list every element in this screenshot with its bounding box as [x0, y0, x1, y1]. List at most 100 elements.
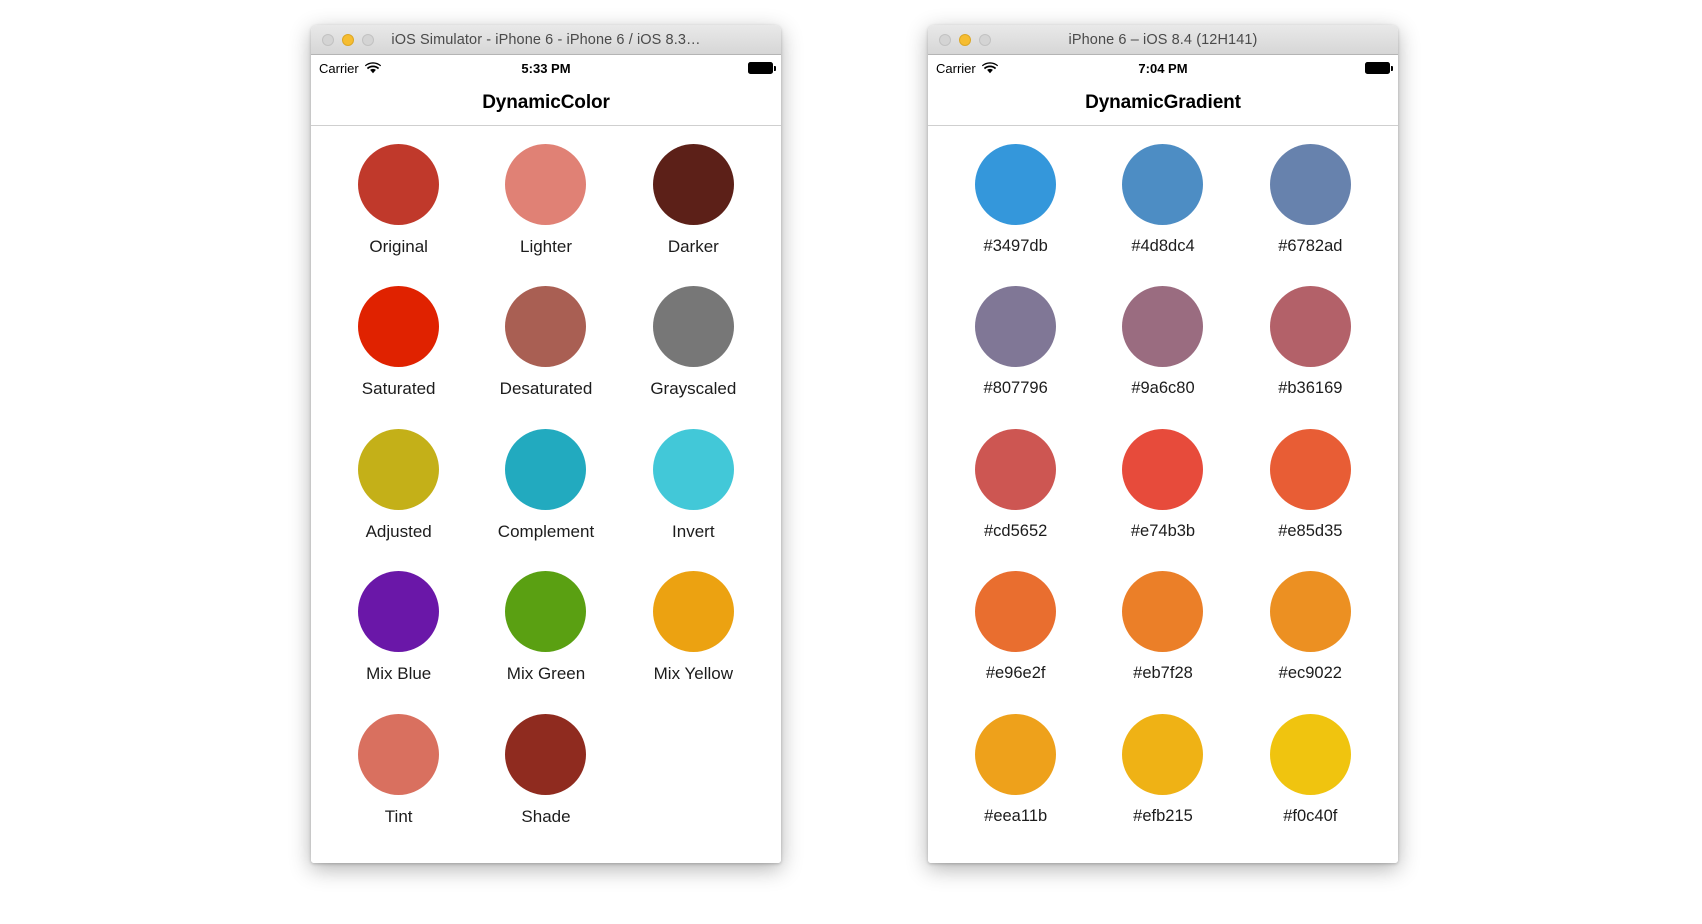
carrier-label: Carrier: [319, 60, 359, 76]
swatch-cell[interactable]: #e96e2f: [942, 571, 1089, 704]
swatch-cell[interactable]: #cd5652: [942, 428, 1089, 562]
swatch-label: #3497db: [983, 237, 1048, 255]
swatch-cell[interactable]: #4d8dc4: [1089, 144, 1236, 277]
color-swatch[interactable]: [1269, 428, 1351, 510]
zoom-icon[interactable]: [362, 34, 374, 46]
color-swatch[interactable]: [652, 428, 734, 510]
swatch-cell[interactable]: #e85d35: [1237, 428, 1384, 562]
close-icon[interactable]: [939, 34, 951, 46]
swatch-cell[interactable]: Complement: [472, 428, 619, 562]
carrier-label: Carrier: [936, 60, 976, 76]
swatch-cell[interactable]: #e74b3b: [1089, 428, 1236, 562]
page-title: DynamicColor: [482, 92, 610, 113]
desktop-background: iOS Simulator - iPhone 6 - iPhone 6 / iO…: [0, 0, 1702, 924]
ios-status-bar: Carrier 5:33 PM: [311, 55, 781, 81]
color-swatch[interactable]: [975, 571, 1057, 653]
zoom-icon[interactable]: [979, 34, 991, 46]
color-swatch[interactable]: [1122, 713, 1204, 795]
swatch-cell[interactable]: Lighter: [472, 144, 619, 277]
swatch-cell[interactable]: #f0c40f: [1237, 713, 1384, 847]
ios-nav-bar-dynamic-gradient: DynamicGradient: [928, 81, 1398, 126]
swatch-cell[interactable]: Invert: [620, 428, 767, 562]
traffic-light-group: [322, 25, 374, 55]
swatch-cell[interactable]: Mix Yellow: [620, 571, 767, 704]
wifi-icon: [364, 62, 381, 74]
swatch-label: Complement: [497, 521, 595, 541]
swatch-cell[interactable]: #3497db: [942, 144, 1089, 277]
color-swatch[interactable]: [358, 144, 440, 225]
swatch-label: #e85d35: [1278, 521, 1343, 540]
swatch-label: #f0c40f: [1283, 806, 1338, 825]
swatch-cell[interactable]: #eea11b: [942, 713, 1089, 847]
swatch-cell[interactable]: Darker: [620, 144, 767, 277]
window-title: iOS Simulator - iPhone 6 - iPhone 6 / iO…: [391, 31, 701, 48]
color-swatch[interactable]: [505, 713, 587, 795]
color-swatch[interactable]: [1269, 713, 1351, 795]
color-swatch[interactable]: [975, 144, 1057, 225]
color-swatch[interactable]: [652, 144, 734, 225]
simulator-window-dynamic-gradient[interactable]: iPhone 6 – iOS 8.4 (12H141) Carrier 7:04…: [928, 25, 1398, 863]
swatch-cell[interactable]: Shade: [472, 713, 619, 847]
swatch-cell[interactable]: Saturated: [325, 286, 472, 419]
swatch-cell[interactable]: Mix Blue: [325, 571, 472, 704]
minimize-icon[interactable]: [959, 34, 971, 46]
status-bar-time: 7:04 PM: [1138, 60, 1188, 76]
color-swatch[interactable]: [1122, 144, 1204, 225]
page-title: DynamicGradient: [1085, 92, 1241, 113]
status-bar-left: Carrier: [319, 61, 381, 76]
color-swatch[interactable]: [1122, 428, 1204, 510]
color-swatch[interactable]: [358, 428, 440, 510]
swatch-cell[interactable]: Original: [325, 144, 472, 277]
color-swatch[interactable]: [1122, 286, 1204, 368]
simulator-window-dynamic-color[interactable]: iOS Simulator - iPhone 6 - iPhone 6 / iO…: [311, 25, 781, 863]
color-swatch[interactable]: [1269, 571, 1351, 653]
swatch-label: #e74b3b: [1130, 521, 1196, 540]
swatch-cell[interactable]: #efb215: [1089, 713, 1236, 847]
window-titlebar-dynamic-gradient[interactable]: iPhone 6 – iOS 8.4 (12H141): [928, 25, 1398, 55]
swatch-label: Saturated: [361, 379, 436, 399]
wifi-icon: [981, 62, 998, 74]
swatch-label: Grayscaled: [650, 379, 737, 399]
swatch-label: #b36169: [1278, 379, 1343, 398]
color-swatch[interactable]: [1122, 571, 1204, 653]
swatch-cell[interactable]: #6782ad: [1237, 144, 1384, 277]
swatch-cell[interactable]: #eb7f28: [1089, 571, 1236, 704]
color-swatch[interactable]: [975, 428, 1057, 510]
minimize-icon[interactable]: [342, 34, 354, 46]
swatch-label: #eea11b: [984, 806, 1048, 825]
ios-status-bar: Carrier 7:04 PM: [928, 55, 1398, 81]
color-swatch[interactable]: [358, 571, 440, 653]
color-swatch[interactable]: [505, 428, 587, 510]
swatch-cell[interactable]: #9a6c80: [1089, 286, 1236, 419]
close-icon[interactable]: [322, 34, 334, 46]
swatch-cell[interactable]: #807796: [942, 286, 1089, 419]
color-swatch[interactable]: [505, 144, 587, 225]
swatch-cell[interactable]: Desaturated: [472, 286, 619, 419]
swatch-cell[interactable]: Adjusted: [325, 428, 472, 562]
color-swatch[interactable]: [652, 286, 734, 368]
color-swatch[interactable]: [1269, 144, 1351, 225]
swatch-label: Mix Green: [506, 664, 586, 684]
color-swatch[interactable]: [975, 286, 1057, 368]
color-swatch[interactable]: [358, 286, 440, 368]
swatch-cell[interactable]: #b36169: [1237, 286, 1384, 419]
color-swatch[interactable]: [505, 571, 587, 653]
traffic-light-group: [939, 25, 991, 55]
swatch-label: Shade: [521, 806, 571, 826]
color-swatch[interactable]: [358, 713, 440, 795]
color-swatch[interactable]: [505, 286, 587, 368]
swatch-label: Mix Blue: [366, 664, 432, 684]
status-bar-left: Carrier: [936, 61, 998, 76]
color-swatch[interactable]: [1269, 286, 1351, 368]
swatch-cell[interactable]: Grayscaled: [620, 286, 767, 419]
battery-full-icon: [1365, 62, 1393, 74]
swatch-label: #807796: [983, 379, 1048, 398]
color-swatch[interactable]: [652, 571, 734, 653]
status-bar-time: 5:33 PM: [521, 60, 571, 76]
swatch-cell[interactable]: Tint: [325, 713, 472, 847]
swatch-cell[interactable]: #ec9022: [1237, 571, 1384, 704]
swatch-label: Original: [369, 237, 428, 256]
window-titlebar-dynamic-color[interactable]: iOS Simulator - iPhone 6 - iPhone 6 / iO…: [311, 25, 781, 55]
color-swatch[interactable]: [975, 713, 1057, 795]
swatch-cell[interactable]: Mix Green: [472, 571, 619, 704]
